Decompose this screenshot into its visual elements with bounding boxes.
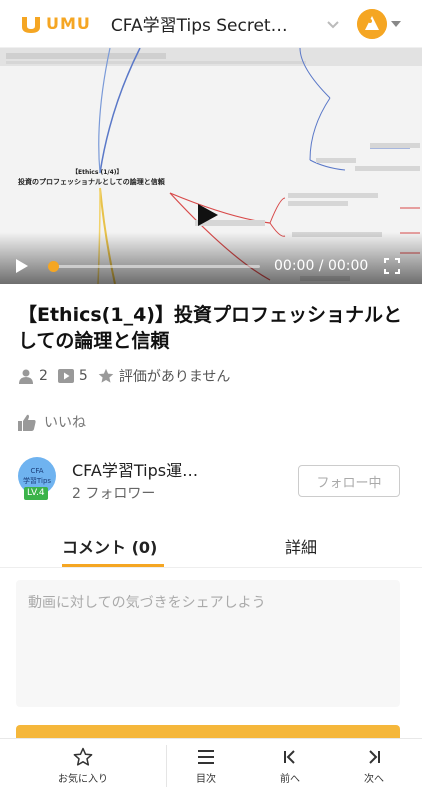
favorite-label: お気に入り xyxy=(58,774,108,785)
bottom-nav: お気に入り 目次 前へ 次へ xyxy=(0,738,422,792)
rating-text: 評価がありません xyxy=(118,369,231,385)
follower-count: 2 フォロワー xyxy=(72,486,156,502)
lecture-title: 【Ethics(1_4)】投資プロフェッショナルとしての論理と信頼 xyxy=(18,304,402,352)
course-title[interactable]: CFA学習Tips Secret… xyxy=(111,11,303,36)
toc-button[interactable]: 目次 xyxy=(196,747,216,785)
thumbs-up-icon xyxy=(18,414,36,431)
participants-stat: 2 xyxy=(18,368,48,384)
umu-logo[interactable]: UMU xyxy=(18,11,91,37)
follow-button[interactable]: フォロー中 xyxy=(298,465,400,497)
like-label: いいね xyxy=(44,415,86,431)
user-avatar[interactable] xyxy=(356,8,387,39)
comment-input[interactable]: 動画に対しての気づきをシェアしよう xyxy=(16,580,400,707)
skip-next-icon xyxy=(369,750,380,764)
video-player[interactable]: 【Ethics (1/4)】 投資のプロフェッショナルとしての論理と信頼 00:… xyxy=(0,48,422,284)
participants-count: 2 xyxy=(39,368,48,384)
author-name[interactable]: CFA学習Tips運… xyxy=(72,457,222,481)
player-controls: 00:00 / 00:00 xyxy=(0,232,422,284)
author-avatar-line1: CFA xyxy=(30,467,44,475)
level-badge: LV.4 xyxy=(24,487,48,500)
chevron-down-icon[interactable] xyxy=(325,16,341,32)
user-avatar-icon xyxy=(356,8,387,39)
umu-logo-icon xyxy=(22,16,40,33)
next-label: 次へ xyxy=(364,774,384,785)
tab-details[interactable]: 詳細 xyxy=(285,534,317,558)
play-button[interactable] xyxy=(16,259,28,273)
star-outline-icon xyxy=(73,747,93,766)
active-tab-indicator xyxy=(62,564,164,567)
star-icon xyxy=(98,368,114,383)
prev-label: 前へ xyxy=(280,774,300,785)
tab-comments[interactable]: コメント (0) xyxy=(62,534,157,558)
person-icon xyxy=(19,369,33,384)
videos-count: 5 xyxy=(78,368,88,384)
play-icon[interactable] xyxy=(198,204,218,226)
menu-icon xyxy=(198,750,214,764)
submit-button[interactable] xyxy=(16,725,400,739)
rating-stat: 評価がありません xyxy=(98,366,231,386)
bottom-divider xyxy=(166,745,167,787)
videos-stat: 5 xyxy=(57,368,88,384)
app-header: UMU CFA学習Tips Secret… xyxy=(0,0,422,48)
progress-bar[interactable] xyxy=(48,261,260,272)
slide-heading-line2: 投資のプロフェッショナルとしての論理と信頼 xyxy=(18,177,166,186)
author-avatar-line2: 学習Tips xyxy=(22,477,52,485)
caret-down-icon[interactable] xyxy=(390,20,401,27)
like-button[interactable]: いいね xyxy=(18,412,86,432)
lecture-stats: 2 5 評価がありません xyxy=(18,366,240,386)
logo-text: UMU xyxy=(46,14,91,33)
fullscreen-icon[interactable] xyxy=(384,258,400,274)
favorite-button[interactable]: お気に入り xyxy=(58,747,108,785)
next-button[interactable]: 次へ xyxy=(364,747,384,785)
skip-previous-icon xyxy=(284,750,295,764)
time-display: 00:00 / 00:00 xyxy=(274,258,369,274)
video-icon xyxy=(57,369,74,383)
slide-heading-line1: 【Ethics (1/4)】 xyxy=(72,168,123,176)
progress-knob[interactable] xyxy=(48,261,59,272)
author-section: CFA 学習Tips LV.4 CFA学習Tips運… 2 フォロワー フォロー… xyxy=(18,455,408,505)
prev-button[interactable]: 前へ xyxy=(280,747,300,785)
toc-label: 目次 xyxy=(196,774,216,785)
tab-bar: コメント (0) 詳細 xyxy=(0,520,422,568)
user-menu[interactable] xyxy=(356,8,401,39)
